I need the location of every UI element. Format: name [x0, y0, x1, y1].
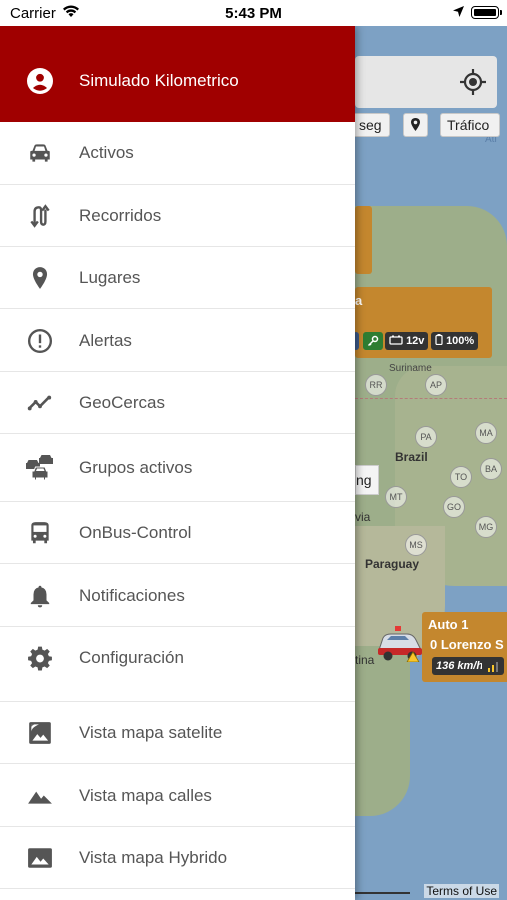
section-divider [0, 688, 355, 702]
charge-pill: 100% [431, 332, 479, 350]
state-marker: RR [365, 374, 387, 396]
menu-item-grupos-activos[interactable]: Grupos activos [0, 434, 355, 502]
chart-line-icon [27, 395, 52, 411]
menu-label: Vista mapa calles [79, 786, 212, 805]
state-marker: MA [475, 422, 497, 444]
places-chip[interactable] [403, 113, 428, 137]
signal-pill [482, 657, 504, 675]
vehicle-car-icon[interactable] [375, 622, 425, 662]
state-marker: GO [443, 496, 465, 518]
status-pill [355, 332, 359, 350]
battery-pill: 12v [385, 332, 429, 350]
my-location-icon[interactable] [459, 68, 487, 96]
vehicle-card-title: a [355, 293, 363, 308]
state-marker: MS [405, 534, 427, 556]
menu-item-recorridos[interactable]: Recorridos [0, 185, 355, 247]
menu-item-alertas[interactable]: Alertas [0, 309, 355, 372]
navigation-drawer: Simulado Kilometrico Activos Recorridos … [0, 26, 355, 900]
bus-icon [31, 522, 49, 544]
speed-value: 136 km/h [436, 660, 484, 672]
traffic-label: Tráfico [447, 117, 490, 133]
battery-icon [471, 6, 502, 19]
state-marker: PA [415, 426, 437, 448]
speed-pill: 136 km/h [432, 657, 488, 675]
menu-item-onbus-control[interactable]: OnBus-Control [0, 502, 355, 564]
state-marker: AP [425, 374, 447, 396]
menu-label: Vista mapa Hybrido [79, 848, 228, 867]
terms-of-use-link[interactable]: Terms of Use [424, 884, 499, 898]
bolivia-label: via [355, 510, 371, 524]
menu-label: Notificaciones [79, 586, 185, 605]
status-bar: Carrier 5:43 PM [0, 0, 507, 26]
location-arrow-icon [453, 6, 464, 17]
bell-icon [30, 585, 50, 608]
map-overlay-text: ng [356, 472, 372, 488]
menu-item-vista-calles[interactable]: Vista mapa calles [0, 764, 355, 827]
gear-icon [28, 646, 52, 671]
landscape-image-icon [28, 848, 52, 868]
menu-label: Alertas [79, 331, 132, 350]
menu-label: GeoCercas [79, 393, 165, 412]
signal-strength-icon [488, 662, 498, 672]
menu-item-activos[interactable]: Activos [0, 122, 355, 185]
map-overlay-box[interactable]: ng [355, 465, 379, 495]
menu-label: Lugares [79, 268, 141, 287]
argentina-label: tina [355, 653, 375, 667]
menu-label: Activos [79, 143, 134, 162]
menu-label: Recorridos [79, 206, 162, 225]
traffic-chip[interactable]: Tráfico [440, 113, 500, 137]
menu-item-configuracion[interactable]: Configuración [0, 627, 355, 688]
battery-voltage: 12v [406, 335, 425, 347]
satellite-image-icon [29, 722, 51, 744]
routes-icon [30, 204, 50, 228]
charge-percent: 100% [446, 335, 475, 347]
clock: 5:43 PM [225, 5, 282, 22]
auto-card-title: Auto 1 [428, 617, 469, 632]
paraguay-label: Paraguay [365, 557, 420, 571]
vehicle-marker-card[interactable]: a 12v 100% [355, 287, 492, 358]
device-battery-icon [435, 334, 443, 346]
menu-item-notificaciones[interactable]: Notificaciones [0, 564, 355, 627]
location-pin-icon [32, 267, 48, 289]
drawer-title: Simulado Kilometrico [79, 71, 239, 90]
refresh-seconds-chip[interactable]: seg [352, 113, 390, 137]
menu-label: Vista mapa satelite [79, 723, 223, 742]
auto-card-subtitle: 0 Lorenzo S [430, 637, 504, 652]
auto-vehicle-card[interactable]: Auto 1 0 Lorenzo S 136 km/h [422, 612, 507, 682]
menu-label: Configuración [79, 648, 184, 667]
refresh-seconds-label: seg [359, 117, 382, 133]
menu-item-vista-satelite[interactable]: Vista mapa satelite [0, 702, 355, 764]
state-marker: MT [385, 486, 407, 508]
alert-circle-icon [27, 328, 53, 354]
location-pin-icon [411, 118, 420, 131]
drawer-header[interactable]: Simulado Kilometrico [0, 26, 355, 122]
map-view[interactable]: Atl Suriname Brazil Paraguay via tina RR… [355, 26, 507, 900]
state-marker: TO [450, 466, 472, 488]
map-search-box[interactable] [355, 56, 497, 108]
account-circle-icon [27, 68, 53, 94]
car-group-icon [26, 455, 53, 480]
state-marker: MG [475, 516, 497, 538]
menu-label: OnBus-Control [79, 523, 192, 542]
menu-label: Grupos activos [79, 458, 193, 477]
map-scale-bar [355, 892, 410, 894]
key-icon [363, 332, 383, 350]
suriname-label: Suriname [389, 363, 432, 374]
state-marker: BA [480, 458, 502, 480]
car-battery-icon [389, 335, 403, 345]
menu-item-lugares[interactable]: Lugares [0, 247, 355, 309]
menu-item-geocercas[interactable]: GeoCercas [0, 372, 355, 434]
brazil-label: Brazil [395, 450, 428, 464]
mountains-icon [28, 791, 52, 804]
vehicle-marker-card[interactable] [355, 206, 372, 274]
car-icon [30, 144, 50, 162]
menu-item-vista-hybrido[interactable]: Vista mapa Hybrido [0, 827, 355, 889]
